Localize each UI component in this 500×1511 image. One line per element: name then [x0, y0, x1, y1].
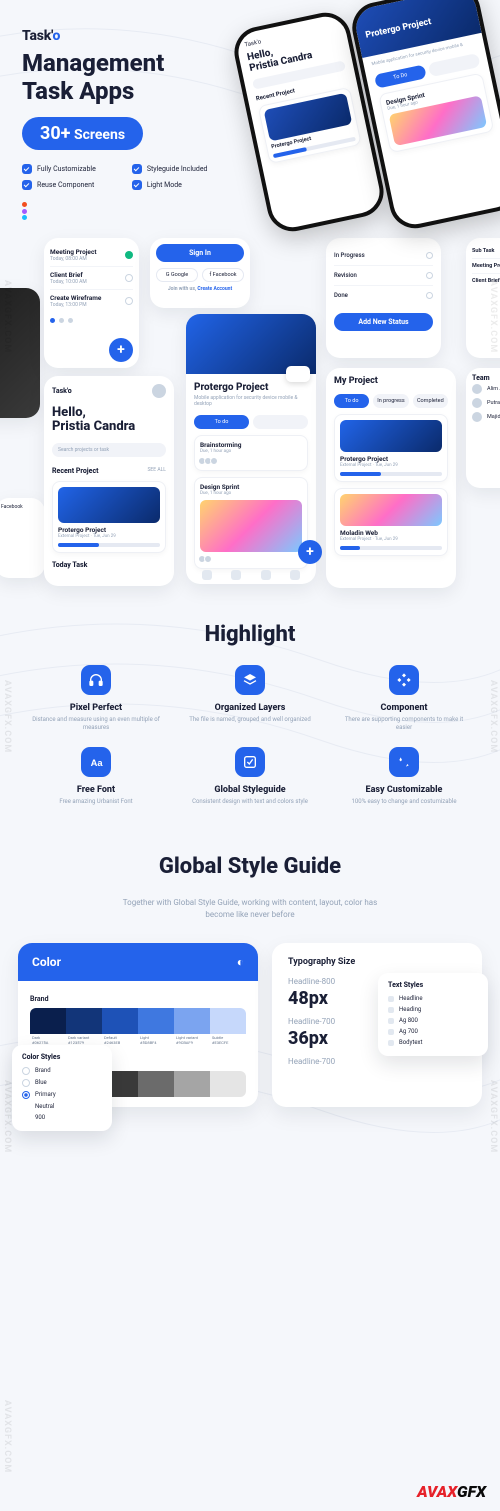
list-item[interactable]: Sub Task	[472, 244, 500, 259]
styleguide-subtitle: Together with Global Style Guide, workin…	[120, 897, 380, 921]
screen-peek-left-2: Facebook	[0, 498, 45, 578]
feature-item: Fully Customizable	[22, 164, 96, 174]
style-option[interactable]: Headline	[388, 993, 478, 1004]
swatch[interactable]: Dark variant#123579	[66, 1008, 102, 1048]
style-option[interactable]: Brand	[22, 1065, 102, 1077]
highlight-title: Highlight	[28, 622, 472, 647]
style-option[interactable]: Bodytext	[388, 1037, 478, 1048]
team-member[interactable]: Putra Aming	[472, 396, 500, 410]
swatch[interactable]: Subtle#E3ECFE	[210, 1008, 246, 1048]
check-icon	[132, 180, 142, 190]
figma-icon	[22, 202, 27, 220]
signin-button[interactable]: Sign In	[156, 244, 244, 262]
tab-todo[interactable]: To do	[194, 415, 249, 429]
screen-status: In ProgressRevisionDone Add New Status	[326, 238, 441, 358]
headset-icon	[81, 665, 111, 695]
screen-today-tasks: Meeting ProjectToday, 08:00 AMClient Bri…	[44, 238, 139, 368]
style-option[interactable]: Primary	[22, 1089, 102, 1101]
swatch[interactable]: Default#2463EB	[102, 1008, 138, 1048]
highlight-item: Pixel PerfectDistance and measure using …	[28, 665, 164, 733]
screens-badge: 30+ Screens	[22, 117, 143, 150]
watermark: AVAXGFX.COM	[2, 1080, 12, 1153]
screens-band: Facebook Meeting ProjectToday, 08:00 AMC…	[0, 238, 500, 598]
style-option[interactable]: Heading	[388, 1004, 478, 1015]
status-row[interactable]: Revision	[334, 266, 433, 286]
hero-phones: Task'o Hello,Pristia Candra Recent Proje…	[250, 0, 500, 230]
check-icon	[22, 164, 32, 174]
style-icon	[235, 747, 265, 777]
palette-icon: ◐	[237, 955, 244, 969]
google-button[interactable]: G Google	[156, 268, 198, 282]
check-icon	[132, 164, 142, 174]
add-fab[interactable]: +	[298, 540, 322, 564]
text-styles-panel: Text Styles HeadlineHeadingAg 800Ag 700B…	[378, 973, 488, 1056]
search-input[interactable]: Search projects or task	[52, 443, 166, 457]
highlight-item: Organized LayersThe file is named, group…	[182, 665, 318, 733]
task-row[interactable]: Create WireframeToday, 13:00 PM	[50, 290, 133, 312]
team-member[interactable]: Alim Ahm	[472, 382, 500, 396]
feature-item: Styleguide Included	[132, 164, 208, 174]
layers-icon	[235, 665, 265, 695]
watermark: AVAXGFX.COM	[2, 280, 12, 353]
custom-icon	[389, 747, 419, 777]
add-status-button[interactable]: Add New Status	[334, 313, 433, 331]
watermark: AVAXGFX.COM	[2, 680, 12, 753]
status-row[interactable]: In Progress	[334, 246, 433, 266]
watermark: AVAXGFX.COM	[2, 1400, 12, 1473]
styleguide-title: Global Style Guide	[18, 854, 482, 879]
highlight-item: Easy Customizable100% easy to change and…	[336, 747, 472, 806]
svg-text:Aa: Aa	[91, 758, 104, 768]
screen-my-project: My Project To doIn progressCompleted Pro…	[326, 368, 456, 588]
status-row[interactable]: Done	[334, 286, 433, 305]
style-option[interactable]: Ag 700	[388, 1026, 478, 1037]
screen-signin: Sign In G Googlef Facebook Join with us,…	[150, 238, 250, 308]
styleguide-section: Global Style Guide Together with Global …	[0, 830, 500, 1167]
style-option[interactable]: 900	[22, 1112, 102, 1123]
add-fab[interactable]: +	[109, 338, 133, 362]
highlight-item: Global StyleguideConsistent design with …	[182, 747, 318, 806]
swatch[interactable]	[174, 1071, 210, 1097]
avatar	[472, 412, 482, 422]
tab[interactable]: To do	[334, 394, 369, 408]
color-styles-panel: Color Styles BrandBluePrimaryNeutral900	[12, 1045, 112, 1131]
footer-logo: AVAXGFX	[417, 1482, 486, 1501]
feature-item: Reuse Component	[22, 180, 96, 190]
tab[interactable]: Completed	[413, 394, 448, 408]
tab[interactable]: In progress	[373, 394, 408, 408]
done-icon	[125, 251, 133, 259]
style-option[interactable]: Neutral	[22, 1101, 102, 1112]
highlight-item: ComponentThere are supporting components…	[336, 665, 472, 733]
avatar[interactable]	[152, 384, 166, 398]
component-icon	[389, 665, 419, 695]
swatch[interactable]	[210, 1071, 246, 1097]
swatch[interactable]: Light#5D8BF4	[138, 1008, 174, 1048]
watermark: AVAXGFX.COM	[488, 1080, 498, 1153]
team-member[interactable]: Majid Kur	[472, 410, 500, 424]
screen-team: Team Alim AhmPutra AmingMajid Kur	[466, 368, 500, 488]
swatch[interactable]: Dark#06275A	[30, 1008, 66, 1048]
avatar	[472, 384, 482, 394]
nav-icon[interactable]	[202, 570, 212, 580]
style-option[interactable]: Blue	[22, 1077, 102, 1089]
task-row[interactable]: Client BriefToday, 10:00 AM	[50, 267, 133, 290]
check-icon	[22, 180, 32, 190]
facebook-button[interactable]: f Facebook	[202, 268, 244, 282]
feature-item: Light Mode	[132, 180, 208, 190]
task-row[interactable]: Meeting ProjectToday, 08:00 AM	[50, 244, 133, 267]
avatar	[472, 398, 482, 408]
watermark: AVAXGFX.COM	[488, 680, 498, 753]
swatch[interactable]	[138, 1071, 174, 1097]
watermark: AVAXGFX.COM	[488, 280, 498, 353]
screen-project-detail: Protergo Project Mobile application for …	[186, 314, 316, 584]
highlight-section: Highlight Pixel PerfectDistance and meas…	[0, 598, 500, 830]
swatch[interactable]: Light variant#9CBAF9	[174, 1008, 210, 1048]
screen-home: Task'o Hello,Pristia Candra Search proje…	[44, 376, 174, 586]
hero: Task'o ManagementTask Apps 30+ Screens F…	[0, 0, 500, 230]
highlight-item: AaFree FontFree amazing Urbanist Font	[28, 747, 164, 806]
font-icon: Aa	[81, 747, 111, 777]
style-option[interactable]: Ag 800	[388, 1015, 478, 1026]
list-item[interactable]: Meeting Pro	[472, 259, 500, 274]
